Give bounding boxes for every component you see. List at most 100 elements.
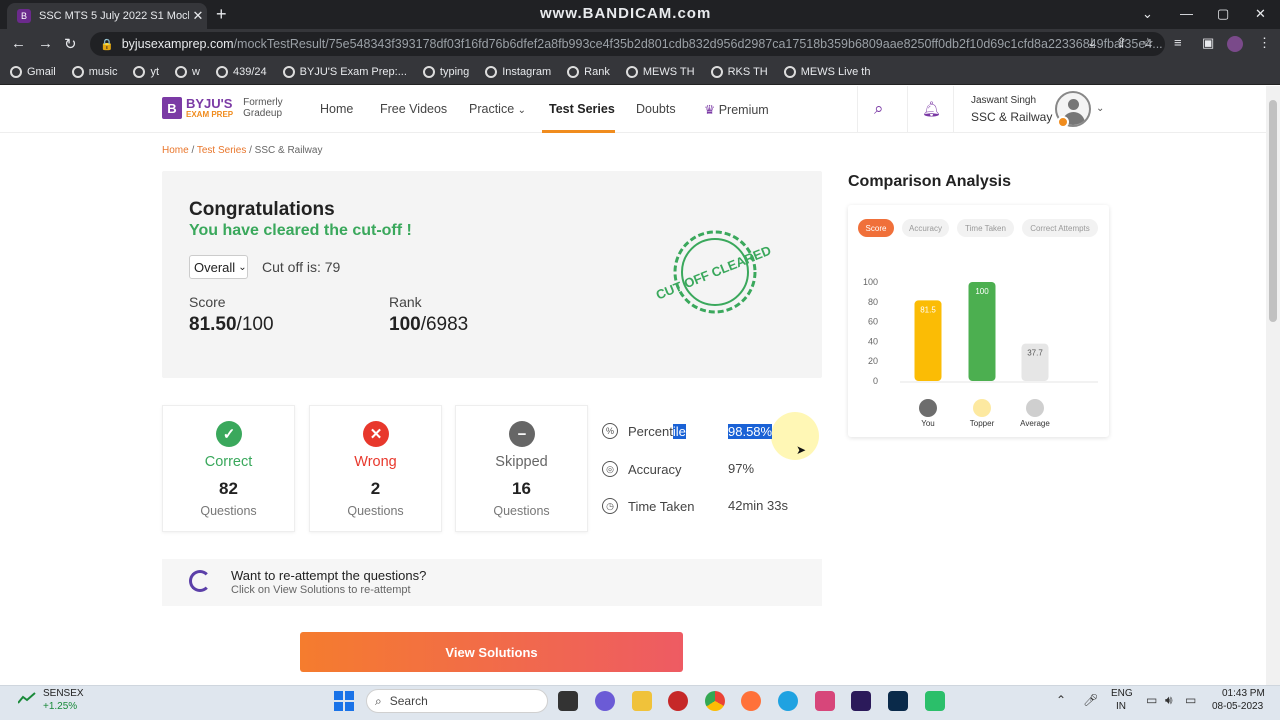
nav-test-series[interactable]: Test Series [549,102,615,116]
cross-icon: ✕ [363,421,389,447]
breadcrumb-home[interactable]: Home [162,145,189,156]
score-comparison-chart: 0 20 40 60 80 100 81.5 You 100 Topper 37.7 Average [863,277,1098,428]
bookmark-item[interactable]: Instagram [485,65,551,78]
tab-search-icon[interactable]: ⌄ [1142,6,1153,22]
x-category-label: Average [1020,419,1050,428]
search-icon[interactable]: ⌕ [874,99,884,119]
photoshop-icon[interactable] [888,691,908,711]
forward-arrow-icon[interactable]: → [38,35,53,52]
time-taken-value: 42min 33s [728,498,788,513]
show-hidden-icons-icon[interactable]: ⌃ [1056,693,1066,707]
side-panel-icon[interactable]: ▣ [1202,35,1214,51]
snipping-tool-icon[interactable] [815,691,835,711]
bookmark-item[interactable]: 439/24 [215,65,267,78]
bookmark-item[interactable]: MEWS Live th [783,65,870,78]
chat-icon[interactable] [595,691,615,711]
sensex-label[interactable]: SENSEX [43,688,84,699]
stat-unit: Questions [493,504,550,518]
nav-practice[interactable]: Practice ⌄ [469,102,526,116]
firefox-icon[interactable] [741,691,761,711]
nav-doubts[interactable]: Doubts [636,102,676,116]
wrong-stat-card: ✕ Wrong 2 Questions [309,405,442,532]
new-tab-button[interactable]: + [216,4,227,25]
windows-start-icon[interactable] [334,691,354,711]
bookmark-item[interactable]: BYJU'S Exam Prep:... [282,65,407,78]
menu-kebab-icon[interactable]: ⋮ [1258,35,1271,51]
volume-icon[interactable]: 🔊︎ [1165,693,1173,708]
formerly-line2: Gradeup [243,108,283,119]
battery-icon[interactable]: ▭ [1185,693,1196,707]
stock-chart-icon[interactable] [18,692,36,704]
bookmark-item[interactable]: typing [422,65,469,78]
target-icon: ◎ [602,461,618,477]
install-icon[interactable]: ⤓ [1089,35,1095,51]
scrollbar-thumb[interactable] [1269,100,1277,322]
share-icon[interactable]: ⇪ [1116,35,1127,51]
url-path: /mockTestResult/75e548343f393178df03f16f… [233,37,1163,51]
reattempt-subtitle: Click on View Solutions to re-attempt [231,584,411,596]
microphone-icon[interactable]: 🎤︎ [1083,693,1098,707]
cursor-highlight [771,412,819,460]
task-view-icon[interactable] [558,691,578,711]
reading-list-icon[interactable]: ≡ [1174,35,1182,50]
bookmark-item[interactable]: Rank [567,65,610,78]
bookmark-globe-icon [10,65,22,78]
percentile-metric: % Percentile [602,423,686,439]
network-icon[interactable]: ▭ [1146,693,1157,707]
tab-score[interactable]: Score [858,219,894,237]
breadcrumb-test-series[interactable]: Test Series [197,145,246,156]
bookmark-item[interactable]: RKS TH [710,65,768,78]
minimize-icon[interactable]: — [1180,6,1193,21]
tab-time-taken[interactable]: Time Taken [957,219,1014,237]
user-name[interactable]: Jaswant Singh [971,95,1036,106]
whatsapp-icon[interactable] [925,691,945,711]
bookmark-globe-icon [71,65,84,78]
file-explorer-icon[interactable] [632,691,652,711]
bookmark-item[interactable]: MEWS TH [625,65,695,78]
close-tab-icon[interactable]: ✕ [189,8,207,24]
bookmark-item[interactable]: yt [133,65,159,78]
bookmark-item[interactable]: music [71,65,117,78]
nav-home[interactable]: Home [320,102,353,116]
byjus-logo[interactable]: B BYJU'S EXAM PREP Formerly Gradeup [162,97,283,119]
accuracy-value: 97% [728,461,755,476]
user-menu-chevron-icon[interactable]: ⌄ [1096,103,1104,114]
bookmark-star-icon[interactable]: ☆ [1142,35,1154,51]
sensex-value: +1.25% [43,701,78,712]
bookmark-item[interactable]: w [175,65,200,78]
divider [857,86,858,133]
view-solutions-button[interactable]: View Solutions [300,632,683,672]
bell-icon[interactable]: 🔔︎ [922,100,941,118]
url-input[interactable]: 🔒 byjusexamprep.com/mockTestResult/75e54… [90,32,1165,56]
browser-tab[interactable]: B SSC MTS 5 July 2022 S1 Mock Re ✕ [7,3,207,29]
bookmark-item[interactable]: Gmail [10,65,56,78]
address-bar-row: ← → ↻ 🔒 byjusexamprep.com/mockTestResult… [0,29,1280,59]
bandicam-icon[interactable] [668,691,688,711]
edge-icon[interactable] [778,691,798,711]
back-arrow-icon[interactable]: ← [11,35,26,52]
nav-premium[interactable]: ♛ Premium [704,102,769,117]
chrome-icon[interactable] [705,691,725,711]
taskbar-search-input[interactable]: ⌕ Search [366,689,548,713]
profile-avatar-icon[interactable] [1227,36,1243,52]
clock-time[interactable]: 01:43 PM [1222,688,1265,699]
close-window-icon[interactable]: ✕ [1255,6,1266,22]
crown-icon: ♛ [704,103,716,117]
language-code[interactable]: ENG [1111,688,1133,699]
region-code[interactable]: IN [1116,701,1126,712]
nav-free-videos[interactable]: Free Videos [380,102,447,116]
reload-icon[interactable]: ↻ [64,35,77,53]
stat-unit: Questions [347,504,404,518]
tab-accuracy[interactable]: Accuracy [902,219,949,237]
user-course[interactable]: SSC & Railway [971,110,1052,124]
score-value: 81.50/100 [189,314,274,335]
premiere-pro-icon[interactable] [851,691,871,711]
clock-date[interactable]: 08-05-2023 [1212,701,1263,712]
bookmarks-bar: Gmail music yt w 439/24 BYJU'S Exam Prep… [0,59,1280,85]
mouse-pointer-icon: ➤ [796,443,807,457]
topper-avatar-icon [973,399,991,417]
section-filter-select[interactable]: Overall ⌄ [189,255,248,279]
x-category-label: You [921,419,935,428]
maximize-icon[interactable]: ▢ [1217,6,1229,22]
tab-correct-attempts[interactable]: Correct Attempts [1022,219,1098,237]
